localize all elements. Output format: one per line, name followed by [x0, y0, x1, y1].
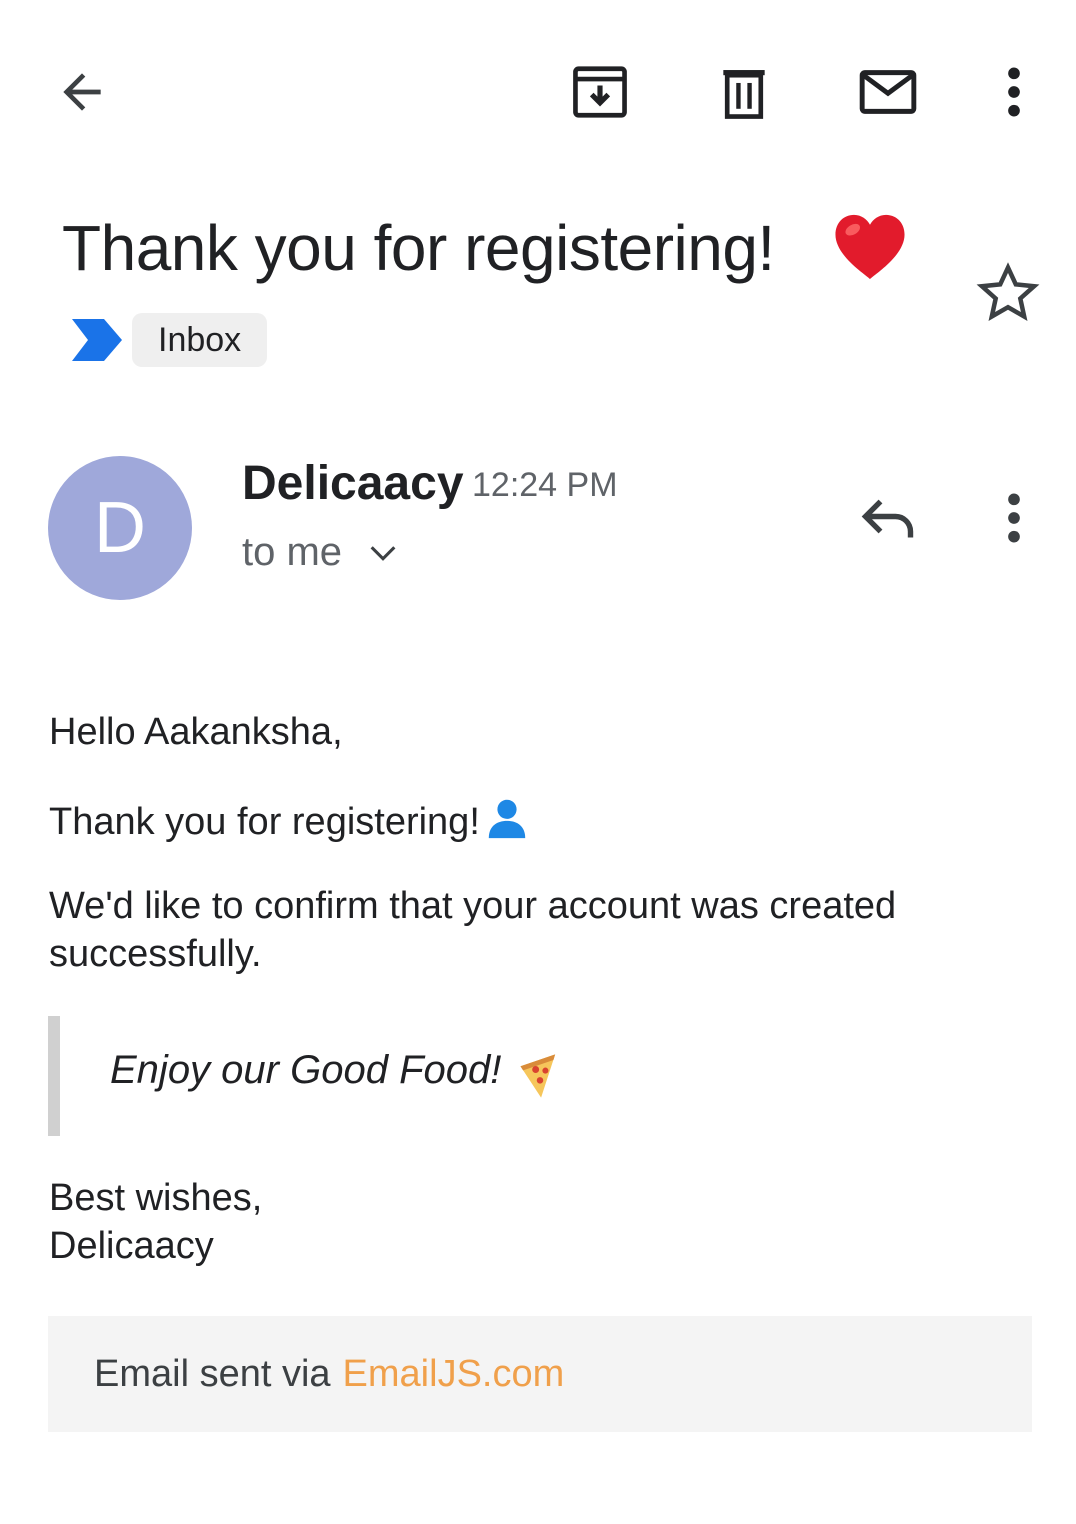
more-vertical-icon: [1008, 493, 1020, 543]
sender-avatar[interactable]: D: [48, 456, 192, 600]
arrow-back-icon: [63, 73, 101, 111]
mark-unread-button[interactable]: [850, 56, 926, 128]
footer-prefix-text: Email sent via: [94, 1352, 331, 1395]
pizza-emoji-icon: [520, 1054, 556, 1098]
inbox-label-text: Inbox: [158, 320, 242, 359]
signoff-line-2: Delicaacy: [49, 1225, 214, 1267]
signoff-line-1: Best wishes,: [49, 1177, 263, 1219]
mail-icon: [859, 70, 917, 114]
archive-button[interactable]: [562, 56, 638, 128]
footer-banner: Email sent via EmailJS.com: [48, 1316, 1032, 1432]
sender-name: Delicaacy: [242, 457, 464, 510]
greeting-text: Hello Aakanksha,: [49, 711, 343, 753]
back-button[interactable]: [46, 56, 118, 128]
email-view: Thank you for registering! Inbox D Delic…: [0, 0, 1076, 1524]
thanks-text: Thank you for registering!: [49, 801, 480, 843]
reply-button[interactable]: [852, 482, 924, 554]
email-subject: Thank you for registering!: [62, 212, 775, 284]
thanks-line: Thank you for registering!: [49, 794, 530, 846]
label-row: Inbox: [70, 312, 268, 368]
star-outline-icon: [976, 262, 1040, 321]
reply-icon: [861, 499, 914, 538]
archive-icon: [573, 66, 627, 118]
person-emoji-icon: [488, 799, 526, 839]
more-options-button[interactable]: [986, 56, 1042, 128]
signoff: Best wishes, Delicaacy: [49, 1174, 262, 1270]
chevron-down-icon: [370, 545, 396, 561]
top-toolbar: [0, 0, 1076, 180]
recipient-details-toggle[interactable]: to me: [242, 530, 400, 575]
important-marker-icon: [72, 319, 122, 361]
star-button[interactable]: [972, 258, 1044, 330]
sent-time: 12:24 PM: [472, 466, 618, 504]
avatar-initial: D: [94, 488, 146, 568]
more-vertical-icon: [1008, 67, 1020, 117]
emailjs-link[interactable]: EmailJS.com: [343, 1353, 565, 1396]
recipient-text: to me: [242, 530, 343, 574]
confirmation-text: We'd like to confirm that your account w…: [49, 885, 897, 975]
delete-button[interactable]: [706, 56, 782, 128]
quote-block: Enjoy our Good Food!: [48, 1016, 748, 1136]
quote-text: Enjoy our Good Food!: [110, 1048, 502, 1092]
inbox-label-chip[interactable]: Inbox: [132, 313, 268, 367]
trash-icon: [723, 70, 765, 119]
message-more-options-button[interactable]: [986, 482, 1042, 554]
heart-emoji-icon: [835, 214, 905, 280]
